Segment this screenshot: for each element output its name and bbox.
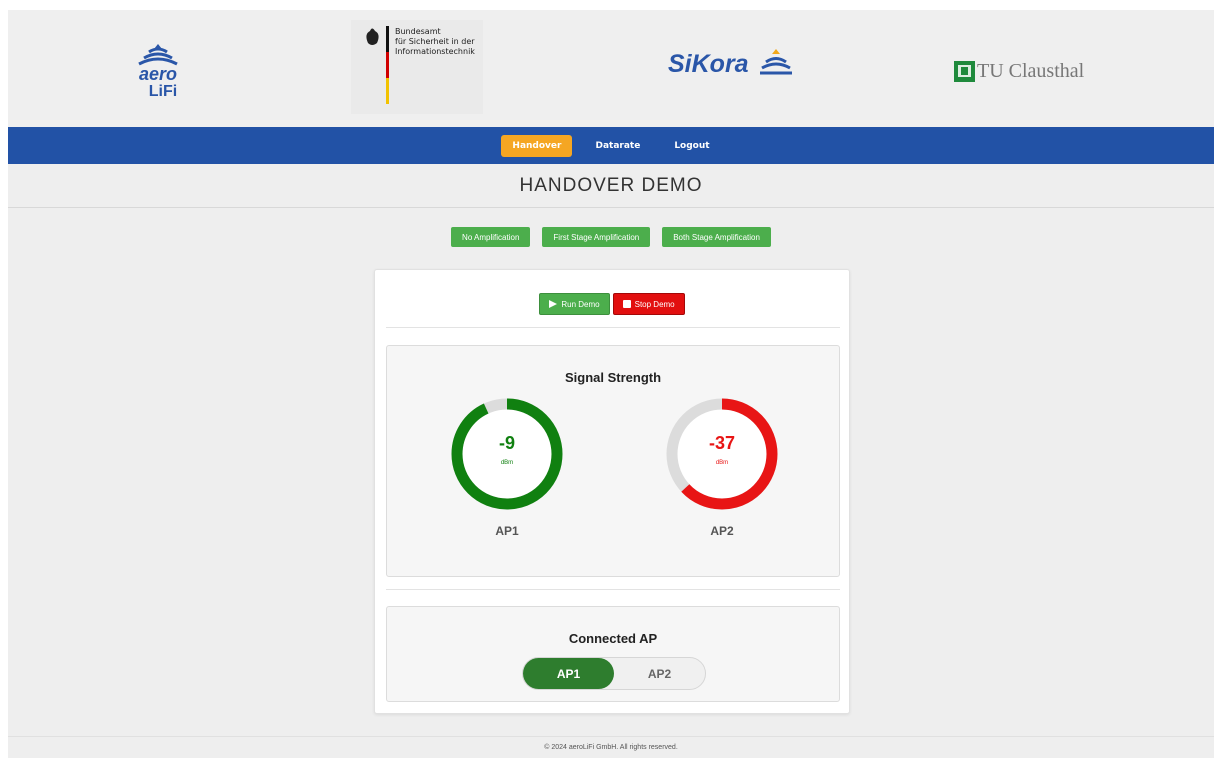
bsi-line-3: Informationstechnik [395,47,475,56]
run-demo-button[interactable]: Run Demo [539,293,610,315]
demo-card: Run Demo Stop Demo Signal Strength -9 dB… [374,269,850,714]
footer: © 2024 aeroLiFi GmbH. All rights reserve… [8,736,1214,758]
signal-strength-panel: Signal Strength -9 dBm AP1 -37 dBm AP2 [386,345,840,577]
logo-header: aero LiFi Bundesamt für Sicherheit in de… [8,10,1214,127]
tu-crest-icon [954,60,975,82]
aerolifi-logo-line1: aero [139,64,177,84]
bsi-logo: Bundesamt für Sicherheit in der Informat… [351,20,483,114]
gauge-ap2-label: AP2 [710,524,734,538]
gauge-ap2-unit: dBm [715,460,729,466]
gauge-ap1: -9 dBm [449,396,565,512]
aerolifi-logo-line2: LiFi [149,83,177,100]
page-title: HANDOVER DEMO [519,175,703,196]
tu-clausthal-text: TU Clausthal [977,59,1085,82]
page: aero LiFi Bundesamt für Sicherheit in de… [8,10,1214,758]
connected-ap-toggle[interactable]: AP1 AP2 [522,657,706,690]
connected-ap-option-ap1[interactable]: AP1 [523,658,614,689]
nav-tab-handover[interactable]: Handover [501,134,573,157]
stop-demo-label: Stop Demo [634,299,675,309]
signal-strength-title: Signal Strength [564,370,662,385]
divider [386,589,840,590]
connected-ap-title: Connected AP [568,631,658,646]
no-amplification-button[interactable]: No Amplification [451,227,531,247]
demo-controls: Run Demo Stop Demo [375,293,849,315]
first-stage-amplification-button[interactable]: First Stage Amplification [542,227,651,247]
amplification-buttons: No Amplification First Stage Amplificati… [8,227,1214,247]
nav-tab-logout[interactable]: Logout [663,135,720,157]
run-demo-label: Run Demo [561,299,600,309]
bsi-line-2: für Sicherheit in der [395,37,475,46]
gauge-ap1-label: AP1 [495,524,519,538]
connected-ap-panel: Connected AP AP1 AP2 [386,606,840,702]
stop-icon [622,300,631,308]
divider [386,327,840,328]
sikora-logo: SiKora [666,44,796,84]
gauge-ap1-value: -9 [498,433,515,453]
aerolifi-logo: aero LiFi [127,40,189,100]
stop-demo-button[interactable]: Stop Demo [612,293,685,315]
both-stage-amplification-button[interactable]: Both Stage Amplification [662,227,771,247]
gauge-ap2-value: -37 [708,433,735,453]
nav-tab-datarate[interactable]: Datarate [584,135,651,157]
gauge-ap2: -37 dBm [664,396,780,512]
title-bar: HANDOVER DEMO [8,165,1214,208]
gauge-ap1-unit: dBm [500,460,514,466]
tu-clausthal-logo: TU Clausthal [954,55,1114,87]
play-icon [549,300,558,308]
bsi-line-1: Bundesamt [395,27,441,36]
sikora-logo-text: SiKora [668,50,749,78]
connected-ap-option-ap2[interactable]: AP2 [614,658,705,689]
main-navbar: Handover Datarate Logout [8,127,1214,164]
